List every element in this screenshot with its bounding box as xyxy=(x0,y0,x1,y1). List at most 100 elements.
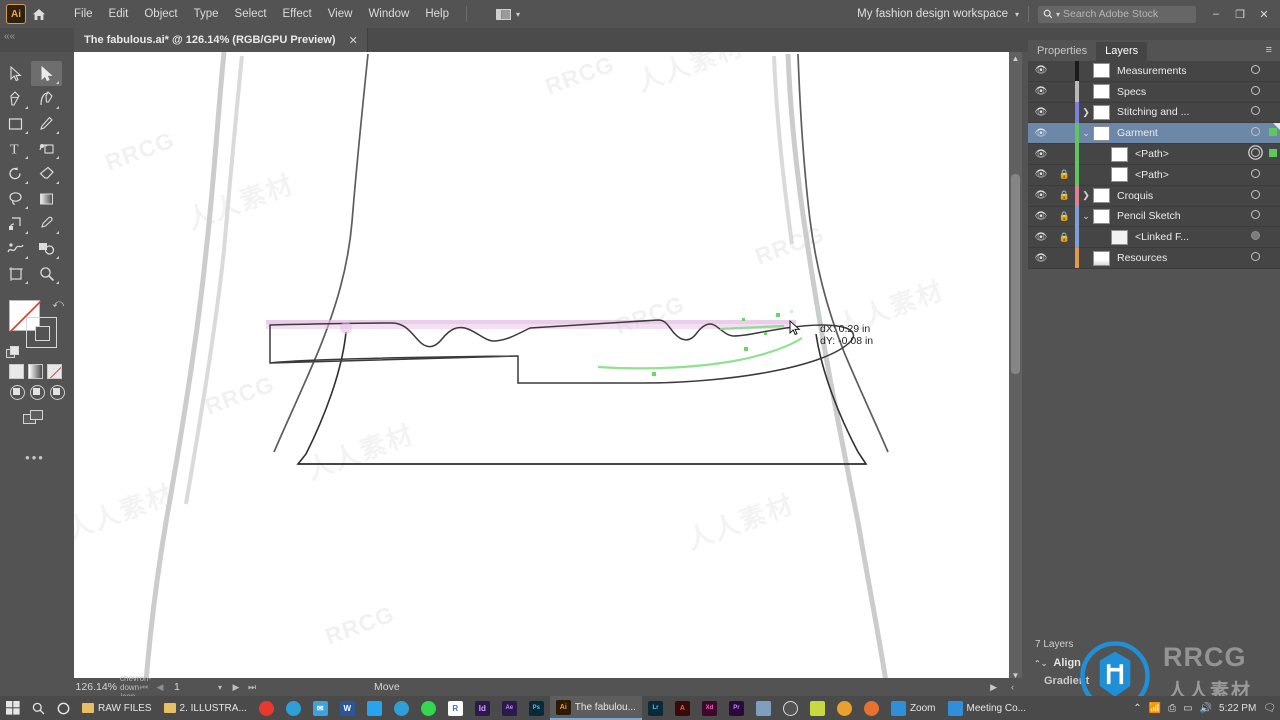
status-play-icon[interactable]: ▶ xyxy=(990,682,997,693)
eraser-tool[interactable] xyxy=(31,161,62,186)
taskbar-item-flaticon[interactable]: R xyxy=(442,696,469,720)
target-indicator[interactable] xyxy=(1244,106,1266,118)
visibility-icon[interactable]: 👁 xyxy=(1028,65,1054,76)
battery-icon[interactable]: ▭ xyxy=(1183,703,1192,714)
taskbar-item-illustrator[interactable]: Ai The fabulou... xyxy=(549,696,642,720)
target-indicator[interactable] xyxy=(1244,231,1266,243)
restore-button[interactable]: ❐ xyxy=(1228,2,1252,26)
layer-row-linked-file[interactable]: 👁 🔒 <Linked F... xyxy=(1028,226,1280,249)
direct-selection-tool[interactable] xyxy=(31,61,62,86)
taskbar-item-twitter[interactable] xyxy=(361,696,388,720)
taskbar-item-edge[interactable] xyxy=(280,696,307,720)
eyedropper-tool[interactable] xyxy=(31,211,62,236)
document-tab[interactable]: The fabulous.ai* @ 126.14% (RGB/GPU Prev… xyxy=(74,28,368,52)
menu-help[interactable]: Help xyxy=(417,4,457,24)
swap-fill-stroke-icon[interactable]: ⤺ xyxy=(52,298,64,311)
layer-name[interactable]: <Path> xyxy=(1128,169,1244,181)
blend-tool[interactable] xyxy=(31,236,62,261)
taskbar-item-telegram[interactable] xyxy=(388,696,415,720)
clock-time[interactable]: 5:22 PM xyxy=(1219,703,1256,714)
visibility-icon[interactable]: 👁 xyxy=(1028,253,1054,264)
layer-name[interactable]: Croquis xyxy=(1110,190,1244,202)
zoom-tool[interactable] xyxy=(31,261,62,286)
visibility-icon[interactable]: 👁 xyxy=(1028,211,1054,222)
curvature-tool[interactable] xyxy=(31,86,62,111)
visibility-icon[interactable]: 👁 xyxy=(1028,149,1054,160)
taskbar-item-whatsapp[interactable] xyxy=(415,696,442,720)
selection-tool[interactable] xyxy=(0,61,31,86)
close-button[interactable]: ✕ xyxy=(1252,2,1276,26)
menu-edit[interactable]: Edit xyxy=(101,4,137,24)
menu-select[interactable]: Select xyxy=(227,4,275,24)
lock-icon[interactable]: 🔒 xyxy=(1054,190,1075,201)
next-artboard-button[interactable]: ▶ xyxy=(228,682,244,693)
chevron-down-icon[interactable]: ⌄ xyxy=(1079,128,1093,139)
lock-icon[interactable]: 🔒 xyxy=(1054,211,1075,222)
panel-menu-icon[interactable]: ≡ xyxy=(1266,44,1272,56)
taskbar-item-mail[interactable]: ✉ xyxy=(307,696,334,720)
taskbar-item-firefox[interactable] xyxy=(858,696,885,720)
type-tool[interactable]: T xyxy=(0,136,31,161)
none-mode-button[interactable] xyxy=(47,364,62,379)
target-indicator[interactable] xyxy=(1244,148,1266,160)
target-indicator[interactable] xyxy=(1244,210,1266,222)
draw-inside-button[interactable] xyxy=(50,385,65,400)
menu-file[interactable]: File xyxy=(66,4,101,24)
layer-row-path-2[interactable]: 👁 🔒 <Path> xyxy=(1028,164,1280,186)
menu-effect[interactable]: Effect xyxy=(275,4,320,24)
chevron-down-icon[interactable]: ▾ xyxy=(1015,10,1019,19)
menu-window[interactable]: Window xyxy=(360,4,417,24)
visibility-icon[interactable]: 👁 xyxy=(1028,190,1054,201)
layer-name[interactable]: Specs xyxy=(1110,86,1244,98)
search-input[interactable]: ▾ Search Adobe Stock xyxy=(1038,5,1196,23)
taskbar-item-aftereffects[interactable]: Ae xyxy=(496,696,523,720)
change-screen-mode-button[interactable] xyxy=(0,400,70,428)
status-more-icon[interactable]: ‹ xyxy=(1011,682,1014,693)
usb-icon[interactable]: ⎙ xyxy=(1168,703,1176,714)
lock-icon[interactable]: 🔒 xyxy=(1054,232,1075,243)
menu-view[interactable]: View xyxy=(320,4,361,24)
taskbar-item-xd[interactable]: Xd xyxy=(696,696,723,720)
target-indicator[interactable] xyxy=(1244,64,1266,77)
visibility-icon[interactable]: 👁 xyxy=(1028,107,1054,118)
layer-name[interactable]: Resources xyxy=(1110,252,1244,264)
layer-row-stitching[interactable]: 👁 ❯ Stitching and ... xyxy=(1028,102,1280,124)
target-indicator[interactable] xyxy=(1244,127,1266,139)
layer-row-garment[interactable]: 👁 ⌄ Garment xyxy=(1028,122,1280,145)
taskbar-search-button[interactable] xyxy=(26,696,51,720)
taskbar-item-lightroom[interactable]: Lr xyxy=(642,696,669,720)
last-artboard-button[interactable]: ⏭ xyxy=(244,682,260,693)
document-canvas[interactable]: RRCG 人人素材 RRCG 人人素材 RRCG 人人素材 RRCG 人人素材 … xyxy=(74,52,1022,682)
tab-layers[interactable]: Layers xyxy=(1096,42,1148,61)
layer-name[interactable]: Stitching and ... xyxy=(1110,106,1244,118)
cortana-button[interactable] xyxy=(51,696,76,720)
color-mode-button[interactable] xyxy=(9,364,24,379)
volume-icon[interactable]: 🔊 xyxy=(1200,703,1212,714)
gradient-mode-button[interactable] xyxy=(28,364,43,379)
shape-builder-tool[interactable] xyxy=(31,136,62,161)
taskbar-item-chrome[interactable] xyxy=(831,696,858,720)
wifi-icon[interactable]: 📶 xyxy=(1149,703,1161,714)
chevron-right-icon[interactable]: ❯ xyxy=(1079,190,1093,201)
target-indicator[interactable] xyxy=(1244,252,1266,264)
collapse-panels-icon[interactable]: «« xyxy=(4,31,15,42)
first-artboard-button[interactable]: ⏮ xyxy=(136,682,152,693)
pen-tool[interactable] xyxy=(0,86,31,111)
workspace-switcher[interactable]: My fashion design workspace xyxy=(857,8,1008,20)
layer-row-resources[interactable]: 👁 Resources xyxy=(1028,247,1280,269)
chevron-right-icon[interactable]: ❯ xyxy=(1079,107,1093,118)
taskbar-item-zoom[interactable]: Zoom xyxy=(885,696,942,720)
layer-name[interactable]: Garment xyxy=(1110,127,1244,139)
layer-row-specs[interactable]: 👁 Specs xyxy=(1028,81,1280,103)
layer-name[interactable]: Measurements xyxy=(1110,65,1244,77)
default-fill-stroke-icon[interactable] xyxy=(6,346,21,360)
chevron-down-icon[interactable]: ⌄ xyxy=(1079,211,1093,222)
menu-type[interactable]: Type xyxy=(186,4,227,24)
vertical-scroll-thumb[interactable] xyxy=(1011,174,1020,374)
pencil-tool[interactable] xyxy=(31,111,62,136)
taskbar-item-meeting[interactable]: Meeting Co... xyxy=(942,696,1032,720)
draw-behind-button[interactable] xyxy=(30,385,45,400)
layer-name[interactable]: Pencil Sketch xyxy=(1110,210,1244,222)
canvas-vertical-scrollbar[interactable]: ▲ ▼ xyxy=(1009,52,1022,682)
ai-logo-icon[interactable]: Ai xyxy=(6,4,26,24)
